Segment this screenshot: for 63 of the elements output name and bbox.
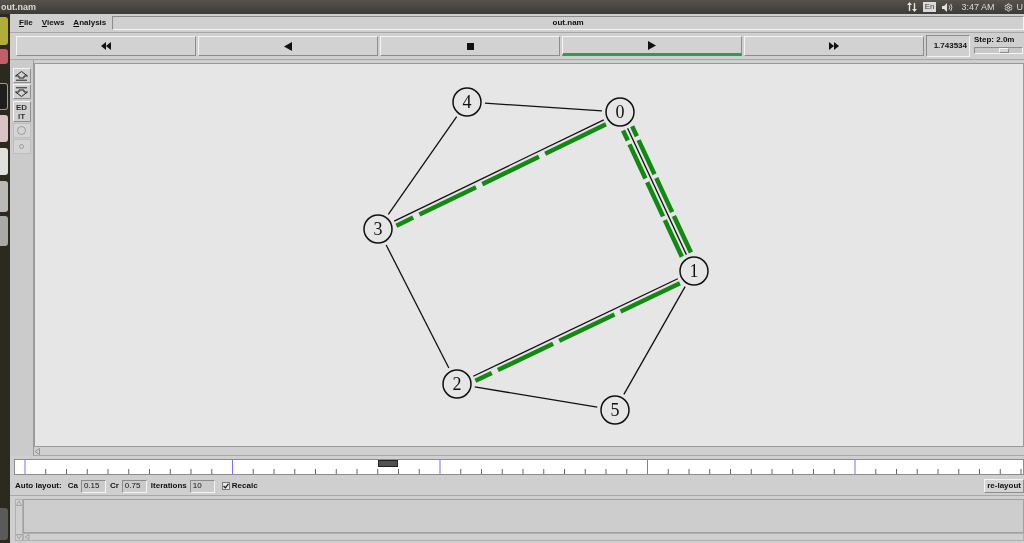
up-arrow-outline-icon: [15, 70, 28, 81]
fast-forward-icon: [829, 42, 839, 50]
time-display: 1.743534: [926, 35, 970, 57]
parameter-label: Iterations: [150, 480, 187, 492]
speaker-icon[interactable]: [942, 2, 954, 12]
timeline-track[interactable]: [14, 459, 1024, 475]
step-slider[interactable]: [974, 47, 1023, 54]
left-arrow-icon[interactable]: [34, 447, 41, 455]
app-icon[interactable]: [0, 83, 8, 110]
parameter-input[interactable]: 10: [189, 479, 215, 493]
left-arrow-icon[interactable]: [24, 534, 30, 540]
text-area[interactable]: [23, 499, 1024, 533]
network-node[interactable]: 4: [452, 87, 482, 117]
down-arrow-icon[interactable]: [16, 534, 22, 540]
up-arrow-icon[interactable]: [16, 500, 22, 506]
small-circle-tool-button[interactable]: [12, 139, 31, 154]
network-node[interactable]: 3: [363, 214, 393, 244]
network-node[interactable]: 1: [679, 256, 709, 286]
file-name-field: out.nam: [112, 16, 1024, 30]
small-circle-icon: [19, 144, 24, 149]
network-canvas[interactable]: 4 0 3 1 2 5: [34, 63, 1024, 447]
menu-item[interactable]: Views: [41, 17, 65, 29]
parameter-input[interactable]: 0.75: [121, 479, 147, 493]
step-label: Step: 2.0m: [974, 35, 1016, 45]
parameter-label: Ca: [67, 480, 78, 492]
circle-tool-button[interactable]: [12, 123, 31, 138]
reverse-play-button[interactable]: [198, 36, 378, 56]
parameter-input[interactable]: 0.15: [80, 479, 106, 493]
clock[interactable]: 3:47 AM: [961, 1, 995, 13]
network-node[interactable]: 5: [600, 395, 630, 425]
step-slider-thumb[interactable]: [999, 48, 1010, 53]
down-arrow-outline-icon: [15, 86, 28, 97]
rewind-icon: [101, 42, 111, 50]
edit-button[interactable]: ED IT: [12, 101, 31, 122]
network-node[interactable]: 0: [605, 97, 635, 127]
vertical-scrollbar[interactable]: [15, 499, 23, 541]
horizontal-scrollbar[interactable]: [23, 533, 1024, 541]
timeline-thumb[interactable]: [377, 460, 398, 467]
zoom-in-button[interactable]: [12, 68, 31, 83]
user-name[interactable]: U: [1016, 1, 1024, 13]
stop-button[interactable]: [380, 36, 560, 56]
menu-item[interactable]: File: [19, 17, 33, 29]
horizontal-scrollbar[interactable]: [34, 447, 1024, 456]
re-layout-button[interactable]: re-layout: [984, 479, 1024, 493]
keyboard-layout-indicator[interactable]: En: [922, 2, 937, 12]
rewind-button[interactable]: [16, 36, 196, 56]
play-icon: [648, 40, 656, 50]
up-down-arrows-icon[interactable]: [906, 2, 917, 12]
network-node[interactable]: 2: [442, 369, 472, 399]
fast-forward-button[interactable]: [744, 36, 924, 56]
check-icon: [222, 483, 229, 489]
circle-icon: [17, 126, 26, 135]
recalc-label: Recalc: [231, 480, 258, 492]
stop-icon: [466, 42, 474, 50]
play-button[interactable]: [562, 36, 742, 56]
settings-icon[interactable]: [1003, 2, 1013, 12]
window-title: out.nam: [0, 1, 36, 13]
reverse-play-icon: [284, 41, 292, 51]
auto-layout-label: Auto layout:: [15, 480, 62, 492]
zoom-out-button[interactable]: [12, 84, 31, 99]
recalc-checkbox[interactable]: [221, 482, 230, 490]
parameter-label: Cr: [109, 480, 119, 492]
menu-item[interactable]: Analysis: [73, 17, 107, 29]
